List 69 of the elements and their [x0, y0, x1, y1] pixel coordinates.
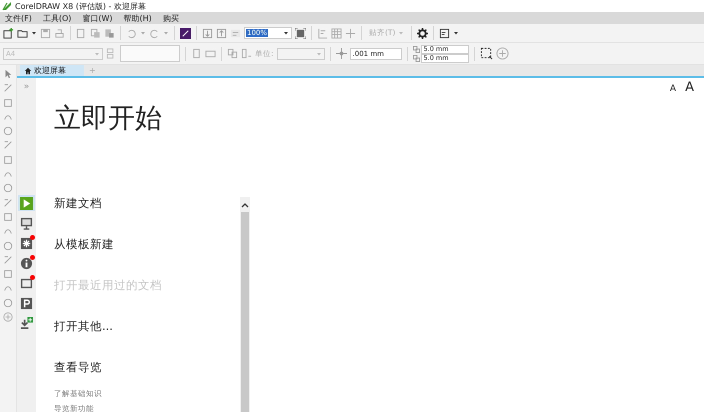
all-pages-icon[interactable] [227, 48, 238, 59]
welcome-menu-link[interactable]: 查看导览 [54, 360, 102, 373]
redo-icon[interactable] [149, 28, 160, 38]
document-tab[interactable]: 欢迎屏幕 [20, 65, 84, 76]
welcome-menu-link[interactable]: 新建文档 [54, 196, 102, 209]
welcome-nav-button[interactable] [18, 315, 35, 331]
caret-icon[interactable] [31, 30, 37, 36]
import-icon[interactable] [202, 28, 213, 38]
units-dropdown[interactable] [276, 48, 325, 60]
menu-item[interactable]: 帮助(H) [124, 12, 152, 24]
app-logo-icon [2, 1, 12, 11]
guidelines-icon[interactable] [345, 28, 356, 38]
notification-dot [30, 235, 35, 240]
landscape-icon[interactable] [205, 48, 216, 59]
welcome-nav-button[interactable] [18, 215, 35, 231]
current-page-icon[interactable] [241, 48, 252, 59]
nudge-icon [336, 48, 347, 59]
welcome-nav-button[interactable] [18, 275, 35, 291]
new-document-icon[interactable] [3, 28, 14, 38]
folder-icon[interactable] [17, 28, 28, 38]
download-icon [20, 316, 33, 330]
scroll-up-icon[interactable] [241, 202, 249, 208]
welcome-nav-button[interactable] [18, 255, 35, 271]
caret-icon[interactable] [453, 30, 460, 36]
play-icon [20, 196, 33, 210]
letter-p-icon [20, 296, 33, 310]
notification-dot [30, 255, 35, 260]
welcome-menu-link[interactable]: 从模板新建 [54, 237, 114, 250]
add-tool-icon[interactable] [3, 312, 13, 322]
full-screen-icon[interactable] [295, 28, 306, 38]
monitor-icon [20, 216, 33, 230]
decrease-font-size-button[interactable]: A [670, 84, 676, 94]
page-heading: 立即开始 [54, 102, 163, 136]
undo-icon[interactable] [126, 28, 137, 38]
portrait-icon[interactable] [191, 48, 202, 59]
menu-item[interactable]: 购买 [162, 12, 179, 24]
caret-icon [316, 50, 322, 56]
selection-frame-icon[interactable] [480, 47, 493, 60]
rulers-icon[interactable] [317, 28, 328, 38]
scrollbar-thumb[interactable] [241, 212, 249, 412]
copy-icon[interactable] [90, 28, 101, 38]
settings-icon[interactable] [417, 28, 428, 38]
caret-icon [398, 30, 404, 36]
window-title: CorelDRAW X8 (评估版) - 欢迎屏幕 [15, 0, 146, 12]
caret-icon [94, 50, 100, 56]
welcome-nav-button[interactable] [18, 295, 35, 311]
line-tool-icon[interactable] [3, 212, 13, 222]
menu-item[interactable]: 文件(F) [5, 12, 32, 24]
welcome-menu-link[interactable]: 打开其他... [54, 319, 113, 332]
info-icon [20, 256, 33, 270]
paste-icon[interactable] [104, 28, 115, 38]
pointer-tool-icon[interactable] [3, 69, 13, 79]
welcome-nav-button[interactable] [18, 195, 35, 211]
caret-icon [283, 30, 289, 36]
scrollbar[interactable] [240, 197, 250, 412]
grid-icon[interactable] [331, 28, 342, 38]
print-icon[interactable] [54, 28, 65, 38]
notification-dot [30, 275, 35, 280]
page-dimensions-field[interactable] [120, 45, 180, 62]
increase-font-size-button[interactable]: A [685, 80, 694, 95]
home-icon [24, 66, 32, 74]
application-launcher-icon[interactable] [439, 28, 450, 38]
menu-item[interactable]: 窗口(W) [82, 12, 113, 24]
rectangle-tool-icon[interactable] [3, 154, 13, 165]
menu-item[interactable]: 工具(O) [42, 12, 72, 24]
sparkle-icon [20, 236, 33, 250]
welcome-nav-button[interactable] [18, 235, 35, 251]
gallery-icon [20, 276, 33, 290]
export-icon[interactable] [216, 28, 227, 38]
